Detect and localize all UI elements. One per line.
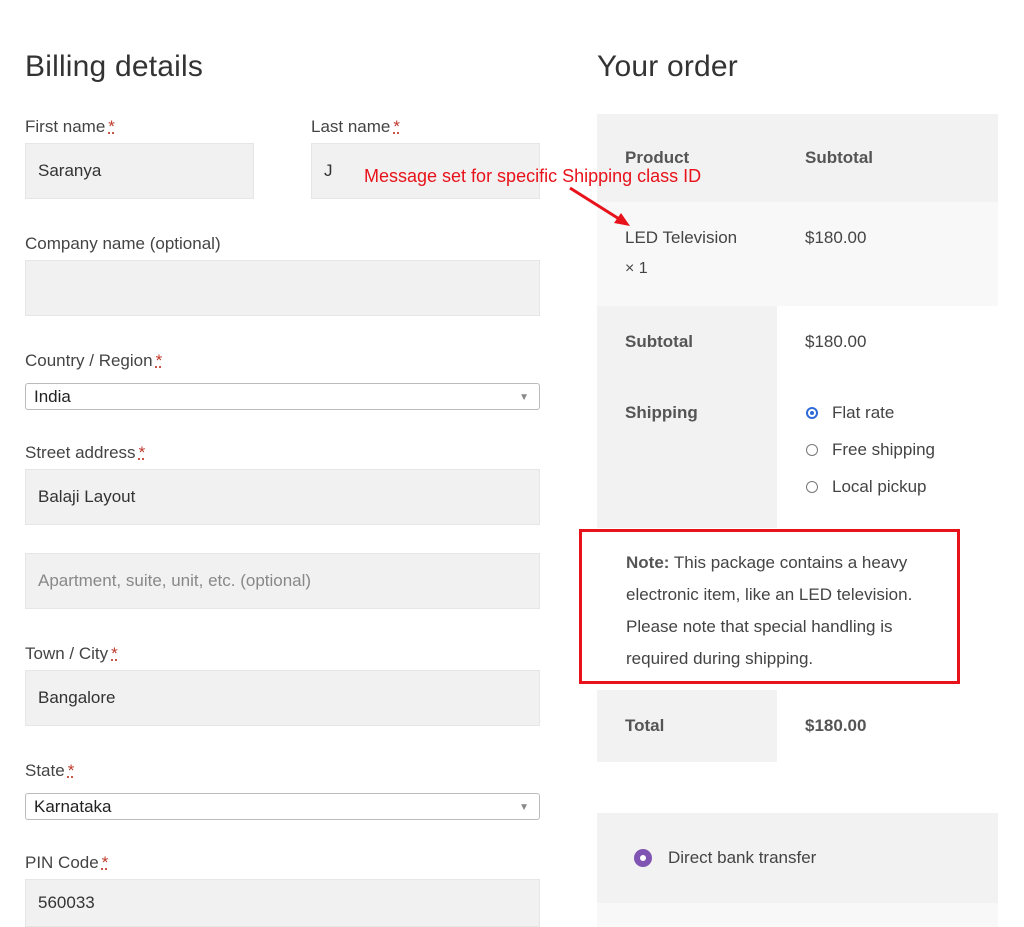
shipping-note-line: Please note that special handling is [626, 617, 893, 636]
total-label: Total [625, 716, 665, 735]
chevron-down-icon: ▼ [519, 392, 529, 403]
city-field[interactable]: Bangalore [25, 670, 540, 726]
billing-title: Billing details [25, 50, 204, 83]
required-mark: * [108, 117, 115, 136]
radio-checked-icon[interactable] [806, 407, 818, 419]
first-name-label: First name * [25, 117, 115, 136]
order-item-bg [597, 202, 998, 306]
last-name-label: Last name * [311, 117, 401, 136]
pin-label: PIN Code * [25, 853, 109, 872]
shipping-option-free-shipping[interactable]: Free shipping [806, 440, 935, 460]
city-label: Town / City * [25, 644, 118, 663]
radio-icon[interactable] [806, 444, 818, 456]
shipping-option-local-pickup[interactable]: Local pickup [806, 477, 927, 497]
col-product-header: Product [625, 148, 690, 167]
company-field[interactable] [25, 260, 540, 316]
subtotal-value: $180.00 [805, 332, 867, 351]
radio-icon[interactable] [806, 481, 818, 493]
country-select[interactable]: India ▼ [25, 383, 540, 410]
pin-field[interactable]: 560033 [25, 879, 540, 927]
state-select[interactable]: Karnataka ▼ [25, 793, 540, 820]
state-label: State * [25, 761, 75, 780]
street-label: Street address * [25, 443, 146, 462]
required-mark: * [138, 443, 146, 462]
company-label: Company name (optional) [25, 234, 221, 253]
annotation-arrow [569, 186, 630, 226]
street-field[interactable]: Balaji Layout [25, 469, 540, 525]
chevron-down-icon: ▼ [519, 802, 529, 813]
radio-checked-icon[interactable] [634, 849, 652, 867]
shipping-note-line: required during shipping. [626, 649, 814, 668]
payment-box-bottom [597, 903, 998, 927]
required-mark: * [67, 761, 75, 780]
payment-option-direct-bank[interactable]: Direct bank transfer [634, 848, 816, 868]
order-title: Your order [597, 50, 738, 83]
apartment-field[interactable]: Apartment, suite, unit, etc. (optional) [25, 553, 540, 609]
required-mark: * [393, 117, 401, 136]
shipping-label: Shipping [625, 403, 698, 422]
required-mark: * [111, 644, 118, 663]
shipping-option-flat-rate[interactable]: Flat rate [806, 403, 894, 423]
shipping-note-line: electronic item, like an LED television. [626, 585, 913, 604]
annotation-text: Message set for specific Shipping class … [364, 166, 702, 186]
col-subtotal-header: Subtotal [805, 148, 873, 167]
first-name-field[interactable]: Saranya [25, 143, 254, 199]
total-value: $180.00 [805, 716, 867, 735]
item-qty: × 1 [625, 260, 648, 277]
required-mark: * [101, 853, 109, 872]
shipping-note-line: Note: This package contains a heavy [626, 553, 908, 572]
item-price: $180.00 [805, 228, 867, 247]
country-label: Country / Region * [25, 351, 163, 370]
subtotal-label: Subtotal [625, 332, 693, 351]
shipping-note: Note: This package contains a heavy elec… [626, 547, 956, 675]
required-mark: * [155, 351, 163, 370]
